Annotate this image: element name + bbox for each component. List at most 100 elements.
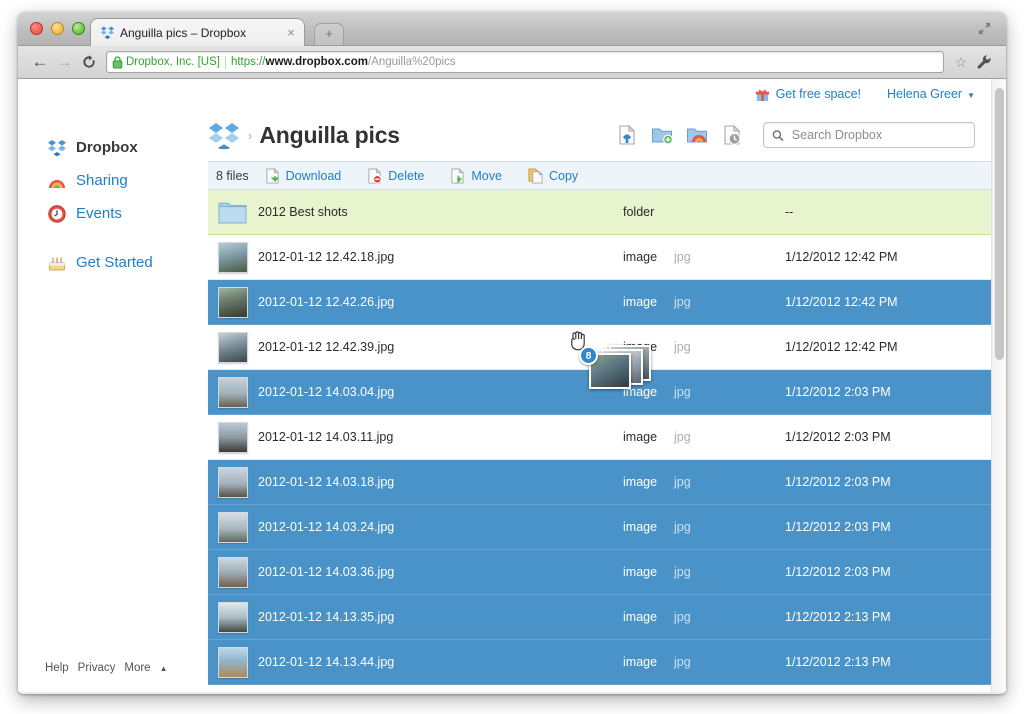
file-modified-cell: -- (785, 205, 991, 219)
file-extension-cell: jpg (665, 250, 785, 264)
file-extension-cell: jpg (665, 610, 785, 624)
download-label: Download (286, 169, 342, 183)
file-name-cell: 2012-01-12 14.03.11.jpg (208, 422, 623, 453)
file-modified-cell: 1/12/2012 2:13 PM (785, 655, 991, 669)
sidebar-item-sharing[interactable]: Sharing (18, 164, 208, 197)
file-kind-cell: folder (623, 205, 665, 219)
file-kind-cell: image (623, 520, 665, 534)
file-extension-cell: jpg (665, 520, 785, 534)
show-deleted-files-icon[interactable] (721, 124, 743, 146)
file-name-cell: 2012-01-12 12.42.39.jpg (208, 332, 623, 363)
search-icon (772, 129, 784, 142)
address-bar[interactable]: Dropbox, Inc. [US] https://www.dropbox.c… (106, 51, 944, 73)
vertical-scrollbar[interactable] (991, 79, 1006, 692)
file-thumbnail (218, 332, 248, 363)
file-name-cell: 2012-01-12 14.13.44.jpg (208, 647, 623, 678)
reload-icon[interactable] (76, 54, 102, 70)
table-row[interactable]: 2012-01-12 14.03.11.jpgimagejpg1/12/2012… (208, 415, 991, 460)
file-modified-cell: 1/12/2012 2:03 PM (785, 430, 991, 444)
scrollbar-thumb[interactable] (995, 88, 1004, 360)
chevron-up-icon[interactable]: ▲ (160, 664, 168, 673)
new-tab-button[interactable]: + (314, 23, 344, 45)
file-modified-cell: 1/12/2012 2:03 PM (785, 520, 991, 534)
get-free-space-link[interactable]: Get free space! (755, 87, 861, 102)
delete-label: Delete (388, 169, 424, 183)
file-name-label: 2012-01-12 14.03.24.jpg (258, 520, 394, 534)
close-window-button[interactable] (30, 22, 43, 35)
file-thumbnail (218, 242, 248, 273)
search-box[interactable] (763, 122, 975, 148)
file-name-cell: 2012-01-12 14.03.36.jpg (208, 557, 623, 588)
forward-button[interactable]: → (52, 52, 76, 72)
file-kind-cell: image (623, 340, 665, 354)
move-button[interactable]: Move (450, 168, 502, 184)
file-extension-cell: jpg (665, 340, 785, 354)
lock-icon (112, 56, 123, 69)
dropbox-page: Get free space! Helena Greer ▼ (18, 79, 991, 692)
account-topbar: Get free space! Helena Greer ▼ (18, 79, 991, 109)
user-menu[interactable]: Helena Greer ▼ (887, 87, 975, 101)
back-button[interactable]: ← (28, 52, 52, 72)
fullscreen-icon[interactable] (977, 21, 992, 36)
file-thumbnail (218, 377, 248, 408)
footer-help-link[interactable]: Help (45, 662, 69, 674)
security-org-name: Dropbox, Inc. [US] (126, 56, 220, 68)
sidebar-item-dropbox[interactable]: Dropbox (18, 131, 208, 164)
table-row[interactable]: 2012-01-12 14.13.35.jpgimagejpg1/12/2012… (208, 595, 991, 640)
file-name-cell: 2012-01-12 12.42.26.jpg (208, 287, 623, 318)
file-extension-cell: jpg (665, 430, 785, 444)
table-row[interactable]: 2012-01-12 12.42.26.jpgimagejpg1/12/2012… (208, 280, 991, 325)
footer-links: Help Privacy More ▲ (45, 662, 167, 674)
dropbox-home-icon[interactable] (208, 121, 240, 149)
url-host: www.dropbox.com (266, 56, 368, 68)
table-row[interactable]: 2012 Best shotsfolder -- (208, 190, 991, 235)
rainbow-icon (47, 171, 67, 191)
file-kind-cell: image (623, 295, 665, 309)
file-kind-cell: image (623, 475, 665, 489)
browser-tab[interactable]: Anguilla pics – Dropbox × (90, 18, 305, 46)
table-row[interactable]: 2012-01-12 14.03.24.jpg imagejpg1/12/2012… (208, 505, 991, 550)
sidebar-item-events[interactable]: Events (18, 197, 208, 230)
file-modified-cell: 1/12/2012 2:03 PM (785, 565, 991, 579)
table-row[interactable]: 2012-01-12 14.13.44.jpgimagejpg1/12/2012… (208, 640, 991, 685)
file-kind-cell: image (623, 430, 665, 444)
new-folder-icon[interactable] (651, 124, 673, 146)
breadcrumb-separator: › (248, 128, 252, 143)
table-row[interactable]: 2012-01-12 12.42.18.jpgimagejpg1/12/2012… (208, 235, 991, 280)
download-button[interactable]: Download (265, 168, 342, 184)
search-input[interactable] (790, 127, 966, 143)
file-name-label: 2012-01-12 12.42.26.jpg (258, 295, 394, 309)
table-row[interactable]: 2012-01-12 14.03.18.jpgimagejpg1/12/2012… (208, 460, 991, 505)
move-label: Move (471, 169, 502, 183)
user-name-label: Helena Greer (887, 87, 962, 101)
wrench-menu-icon[interactable] (972, 54, 996, 70)
upload-file-icon[interactable] (616, 124, 638, 146)
table-row[interactable]: 2012-01-12 14.03.04.jpgimagejpg1/12/2012… (208, 370, 991, 415)
copy-button[interactable]: Copy (528, 168, 578, 184)
file-name-cell: 2012 Best shots (208, 200, 623, 225)
file-thumbnail (218, 602, 248, 633)
table-row[interactable]: 2012-01-12 12.42.39.jpgimagejpg1/12/2012… (208, 325, 991, 370)
file-kind-cell: image (623, 565, 665, 579)
sidebar-item-get-started[interactable]: Get Started (18, 246, 208, 279)
file-extension-cell: jpg (665, 655, 785, 669)
footer-privacy-link[interactable]: Privacy (78, 662, 116, 674)
new-shared-folder-icon[interactable] (686, 124, 708, 146)
sidebar-item-label: Get Started (76, 254, 153, 271)
sidebar-item-label: Events (76, 205, 122, 222)
url-text: https://www.dropbox.com/Anguilla%20pics (231, 56, 456, 68)
bookmark-star-icon[interactable]: ☆ (950, 54, 972, 71)
footer-more-link[interactable]: More (124, 662, 150, 674)
zoom-window-button[interactable] (72, 22, 85, 35)
folder-icon (218, 200, 247, 225)
table-row[interactable]: 2012-01-12 14.03.36.jpgimagejpg1/12/2012… (208, 550, 991, 595)
minimize-window-button[interactable] (51, 22, 64, 35)
content-area: › Anguilla pics (208, 109, 991, 692)
cake-icon (47, 253, 67, 273)
file-name-cell: 2012-01-12 14.13.35.jpg (208, 602, 623, 633)
chevron-down-icon: ▼ (967, 91, 975, 100)
tab-close-icon[interactable]: × (284, 26, 298, 40)
download-icon (265, 168, 280, 184)
delete-button[interactable]: Delete (367, 168, 424, 184)
file-name-cell: 2012-01-12 14.03.04.jpg (208, 377, 623, 408)
